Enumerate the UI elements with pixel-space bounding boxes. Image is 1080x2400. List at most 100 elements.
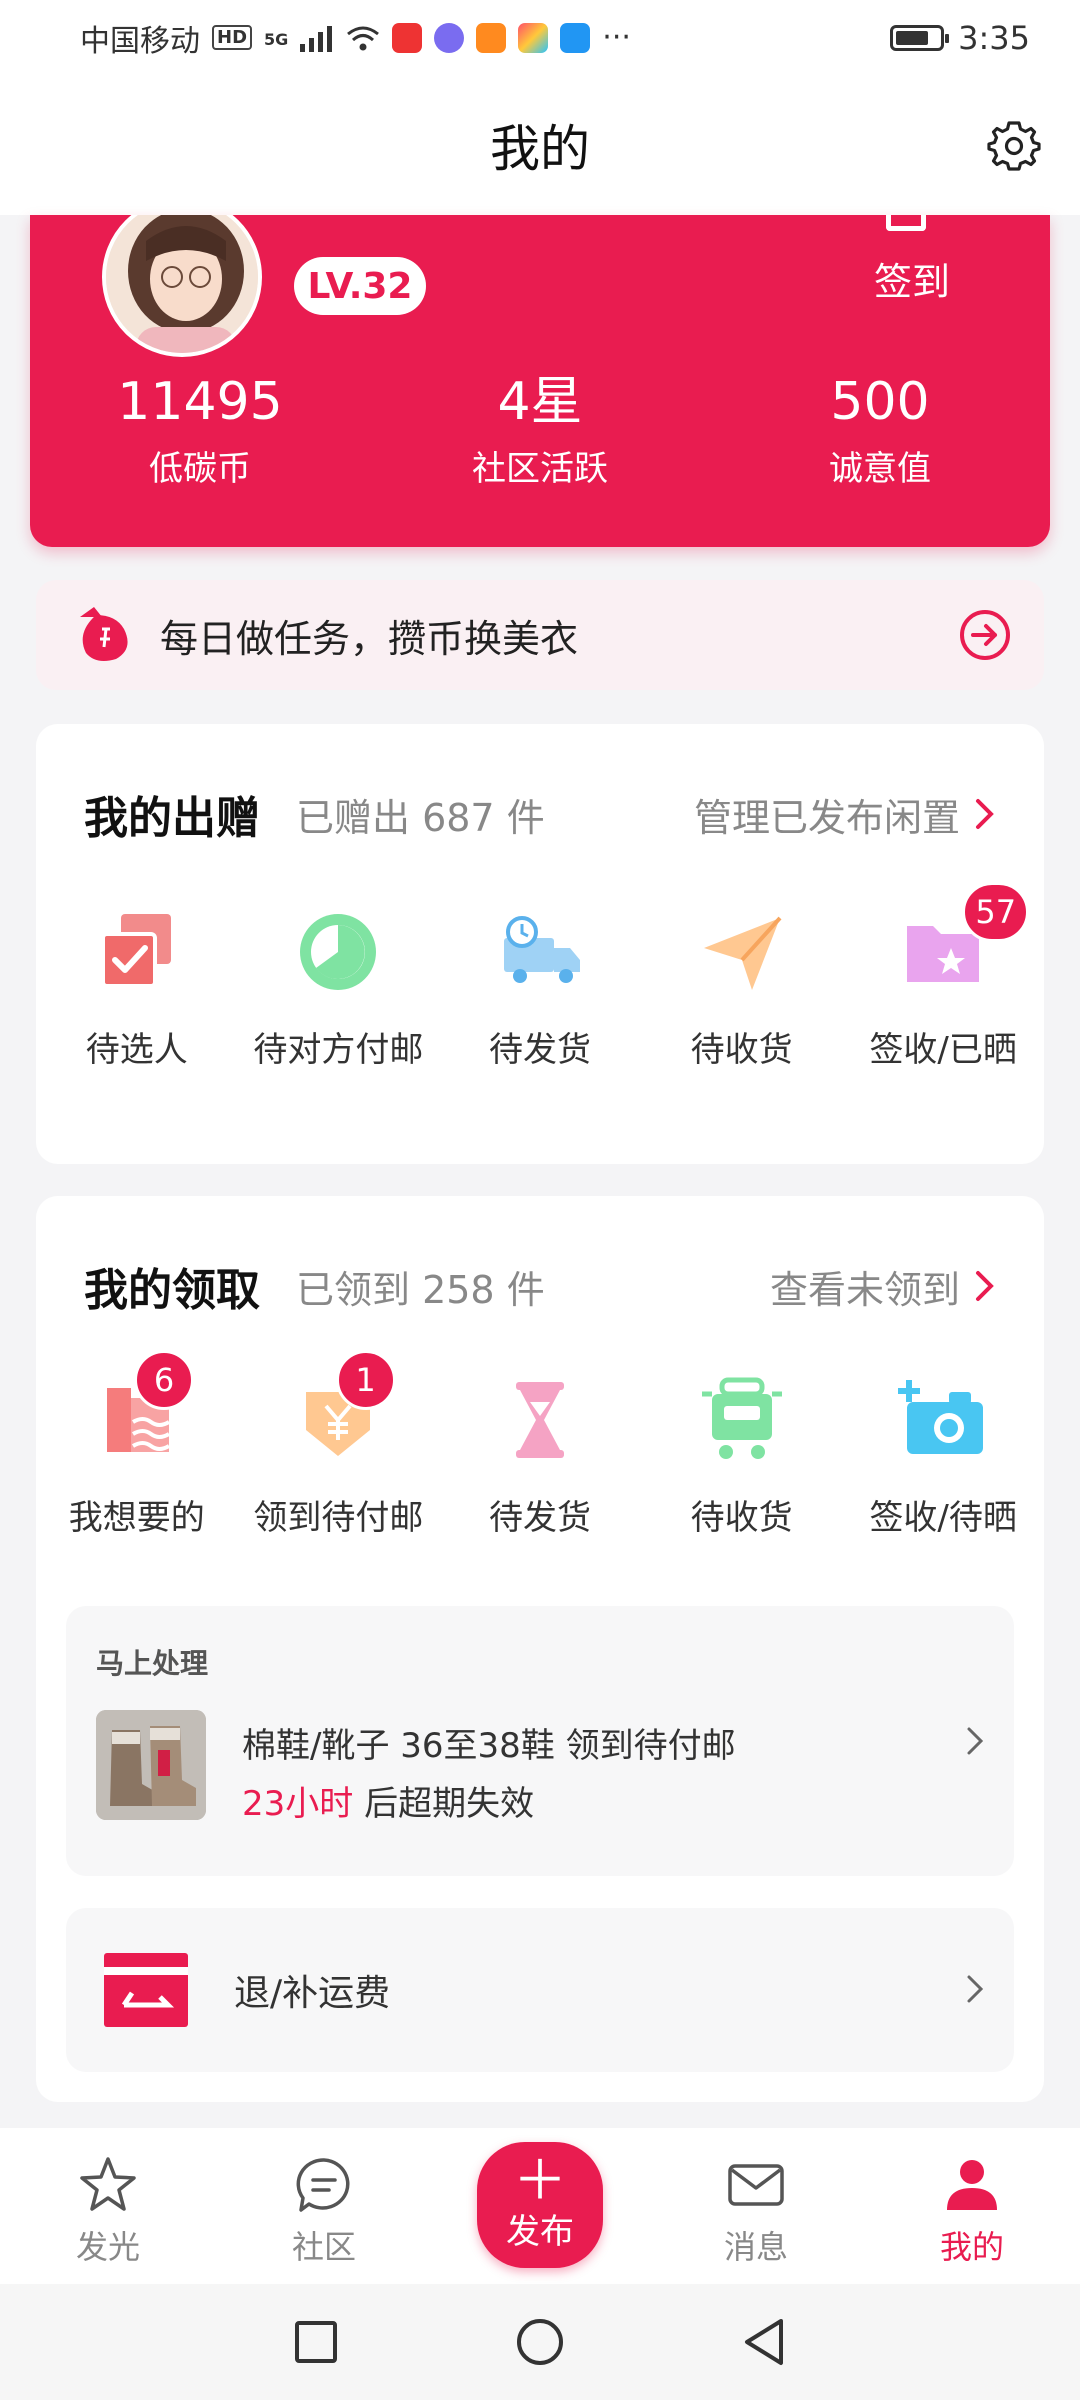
nav-label: 发光 (75, 2228, 140, 2266)
daily-task-banner[interactable]: 每日做任务，攒币换美衣 (36, 580, 1044, 690)
count-badge: 6 (134, 1350, 194, 1410)
publish-button[interactable]: ＋ 发布 (477, 2142, 603, 2268)
claim-status-row: 6 我想要的 1 领到待付邮 待发货 待收货 签收/待晒 (36, 1350, 1044, 1539)
status-signed-to-share[interactable]: 签收/待晒 (842, 1372, 1044, 1539)
stat-value: 500 (830, 372, 930, 432)
network-label: 5G (264, 29, 289, 49)
level-badge: LV.32 (294, 257, 426, 315)
status-label: 待收货 (690, 1498, 793, 1538)
carrier-label: 中国移动 (80, 23, 200, 59)
chevron-right-icon (967, 1975, 984, 2003)
status-label: 签收/已晒 (869, 1030, 1017, 1070)
count-badge: 1 (335, 1350, 396, 1410)
my-giveaways-section: 我的出赠 已赠出 687 件 管理已发布闲置 待选人 待对方付邮 待发货 待收货… (36, 724, 1044, 1164)
section-header: 我的出赠 已赠出 687 件 管理已发布闲置 (84, 782, 996, 846)
status-to-ship[interactable]: 待发货 (439, 904, 641, 1071)
more-notifications: ··· (602, 20, 631, 55)
status-label: 待收货 (690, 1030, 793, 1070)
status-to-receive[interactable]: 待收货 (641, 904, 843, 1071)
wifi-icon (347, 26, 380, 50)
section-title: 我的领取 (84, 1265, 260, 1316)
status-wishlist[interactable]: 6 我想要的 (36, 1350, 238, 1539)
checked-copy-icon (100, 914, 171, 988)
urgent-action-card[interactable]: 马上处理 棉鞋/靴子 36至38鞋 领到待付邮 23小时 后超期失效 (66, 1606, 1014, 1876)
search-app-icon (560, 22, 591, 53)
manage-listings-link[interactable]: 管理已发布闲置 (694, 787, 996, 842)
recent-apps-square-icon[interactable] (289, 2315, 343, 2369)
link-label: 管理已发布闲置 (693, 795, 960, 840)
count-badge: 57 (962, 882, 1030, 942)
status-label: 待发货 (488, 1030, 591, 1070)
status-awaiting-postage[interactable]: 待对方付邮 (238, 904, 440, 1071)
book-app-icon (392, 22, 423, 53)
stat-value: 4星 (497, 372, 583, 432)
hourglass-icon (515, 1382, 564, 1458)
status-label: 我想要的 (68, 1498, 205, 1538)
camera-plus-icon (898, 1380, 984, 1454)
section-header: 我的领取 已领到 258 件 查看未领到 (84, 1254, 996, 1318)
avatar[interactable] (102, 215, 262, 357)
battery-icon (890, 24, 950, 51)
nav-mine[interactable]: 我的 (864, 2128, 1080, 2284)
system-nav-bar (0, 2284, 1080, 2400)
status-signed-shared[interactable]: 57 签收/已晒 (842, 882, 1044, 1071)
bottom-nav: 发光 社区 ＋ 发布 消息 我的 (0, 2128, 1080, 2284)
nav-community[interactable]: 社区 (216, 2128, 432, 2284)
stat-sincerity[interactable]: 500 诚意值 (710, 367, 1050, 490)
item-title: 棉鞋/靴子 36至38鞋 领到待付邮 (242, 1726, 736, 1766)
stat-label: 社区活跃 (472, 449, 608, 489)
video-app-icon (476, 22, 507, 53)
chevron-right-icon (976, 799, 994, 829)
back-triangle-icon[interactable] (737, 2315, 791, 2369)
status-bar: 中国移动 HD 5G ··· 3:35 (0, 0, 1080, 75)
home-circle-icon[interactable] (513, 2315, 567, 2369)
section-title: 我的出赠 (84, 793, 260, 844)
checkin-button[interactable]: 签到 (874, 251, 950, 306)
person-icon (947, 2160, 997, 2210)
profile-card: LV.32 签到 11495 低碳币 4星 社区活跃 500 诚意值 (30, 215, 1050, 547)
stat-coins[interactable]: 11495 低碳币 (30, 367, 370, 490)
refund-label: 退/补运费 (234, 1973, 391, 2014)
chat-bubble-icon (296, 2158, 350, 2212)
view-unclaimed-link[interactable]: 查看未领到 (770, 1259, 996, 1314)
status-claimed-awaiting-postage[interactable]: 1 领到待付邮 (238, 1350, 440, 1539)
nav-shine[interactable]: 发光 (0, 2128, 216, 2284)
music-app-icon (434, 22, 465, 53)
status-label: 待对方付邮 (253, 1030, 424, 1070)
nav-messages[interactable]: 消息 (648, 2128, 864, 2284)
deadline-hours: 23小时 (242, 1784, 354, 1824)
received-count: 已领到 258 件 (296, 1267, 545, 1312)
nav-label: 社区 (291, 2228, 356, 2266)
stat-activity[interactable]: 4星 社区活跃 (370, 367, 710, 490)
status-label: 待选人 (85, 1030, 188, 1070)
page-title: 我的 (490, 120, 590, 178)
wallet-card-icon (104, 1953, 188, 2027)
boots-image (96, 1710, 206, 1820)
refund-shipping-row[interactable]: 退/补运费 (66, 1908, 1014, 2072)
cart-icon (701, 1377, 782, 1459)
paper-plane-icon (703, 916, 782, 990)
signal-icon (300, 25, 333, 52)
status-label: 待发货 (488, 1498, 591, 1538)
nav-label: 我的 (939, 2228, 1004, 2266)
nav-publish[interactable]: ＋ 发布 (432, 2128, 648, 2284)
banner-text: 每日做任务，攒币换美衣 (160, 616, 579, 661)
given-count: 已赠出 687 件 (296, 795, 545, 840)
status-claim-to-receive[interactable]: 待收货 (641, 1372, 843, 1539)
checkin-label: 签到 (873, 260, 950, 304)
settings-gear-icon[interactable] (986, 117, 1042, 173)
status-label: 签收/待晒 (869, 1498, 1017, 1538)
stat-label: 低碳币 (149, 449, 251, 489)
coin-bag-icon (80, 607, 128, 661)
chevron-right-icon (967, 1727, 984, 1755)
stat-value: 11495 (117, 372, 283, 432)
tiles-app-icon (518, 22, 549, 53)
clock-circle-icon (300, 914, 377, 990)
give-status-row: 待选人 待对方付邮 待发货 待收货 57 签收/已晒 (36, 882, 1044, 1071)
status-claim-to-ship[interactable]: 待发货 (439, 1372, 641, 1539)
arrow-right-circle-icon[interactable] (958, 608, 1012, 662)
status-label: 领到待付邮 (253, 1498, 424, 1538)
status-pending-selection[interactable]: 待选人 (36, 904, 238, 1071)
plus-icon: ＋ (513, 2148, 567, 2212)
deadline-suffix: 后超期失效 (353, 1784, 535, 1824)
